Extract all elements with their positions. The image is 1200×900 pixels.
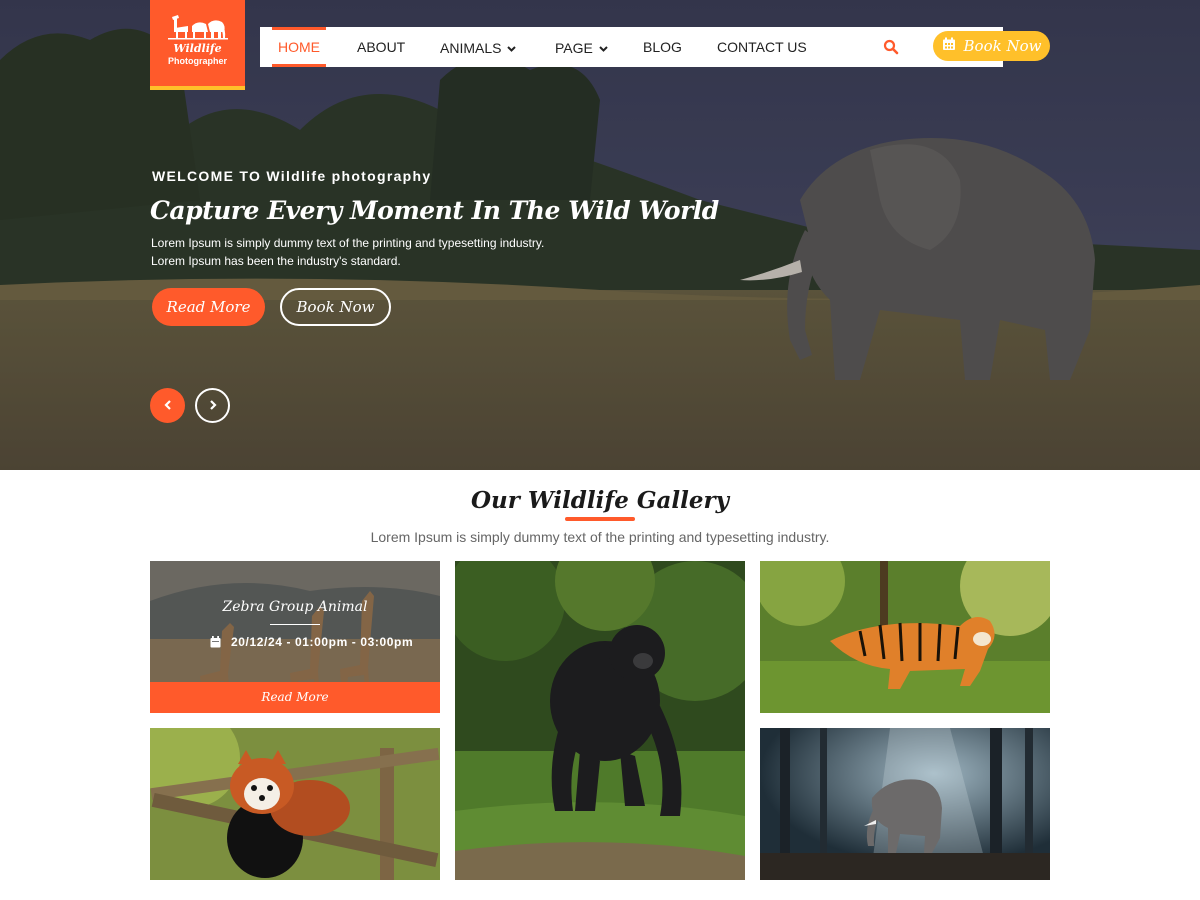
- hero-book-now-button[interactable]: Book Now: [280, 288, 391, 326]
- gallery-image-elephant-forest[interactable]: [760, 728, 1050, 880]
- nav-about[interactable]: ABOUT: [357, 27, 405, 67]
- logo-subtitle: Photographer: [167, 56, 227, 66]
- nav-home[interactable]: HOME: [272, 27, 326, 67]
- hero-description-line: Lorem Ipsum is simply dummy text of the …: [151, 236, 545, 250]
- card-overlay: [150, 561, 440, 682]
- gallery-title-underline: [565, 517, 635, 521]
- card-divider: [270, 624, 320, 625]
- card-date: 20/12/24 - 01:00pm - 03:00pm: [210, 635, 413, 649]
- header-book-now-button[interactable]: Book Now: [933, 31, 1050, 61]
- chevron-down-icon: [507, 27, 517, 67]
- hero-description: Lorem Ipsum is simply dummy text of the …: [151, 234, 544, 270]
- hero-banner: Wildlife Photographer HOME ABOUT ANIMALS…: [0, 0, 1200, 470]
- chevron-right-icon: [209, 397, 217, 415]
- hero-description-line: Lorem Ipsum has been the industry's stan…: [151, 254, 401, 268]
- nav-blog[interactable]: BLOG: [643, 27, 682, 67]
- slider-next-button[interactable]: [195, 388, 230, 423]
- site-logo[interactable]: Wildlife Photographer: [150, 0, 245, 90]
- main-navigation: HOME ABOUT ANIMALS PAGE BLOG CONTACT US: [260, 27, 1003, 67]
- gallery-image-tiger[interactable]: [760, 561, 1050, 713]
- animals-silhouette-icon: [167, 14, 228, 40]
- nav-page[interactable]: PAGE: [555, 27, 608, 67]
- nav-contact-us[interactable]: CONTACT US: [717, 27, 807, 67]
- search-icon[interactable]: [883, 39, 899, 55]
- logo-title: Wildlife: [173, 42, 222, 55]
- card-title: Zebra Group Animal: [222, 599, 368, 615]
- gallery-subtitle: Lorem Ipsum is simply dummy text of the …: [370, 529, 830, 545]
- gallery-card-featured[interactable]: Zebra Group Animal 20/12/24 - 01:00pm - …: [150, 561, 440, 713]
- gallery-image-gorilla[interactable]: [455, 561, 745, 880]
- header-book-now-label: Book Now: [963, 37, 1042, 55]
- calendar-icon: [210, 636, 221, 648]
- hero-welcome-text: WELCOME TO Wildlife photography: [152, 168, 432, 184]
- gallery-title: Our Wildlife Gallery: [470, 487, 729, 514]
- card-read-more-label: Read More: [261, 690, 329, 704]
- hero-read-more-button[interactable]: Read More: [152, 288, 265, 326]
- chevron-down-icon: [599, 27, 608, 67]
- nav-animals[interactable]: ANIMALS: [440, 27, 517, 67]
- nav-animals-label: ANIMALS: [440, 40, 502, 56]
- gallery-image-red-panda[interactable]: [150, 728, 440, 880]
- calendar-icon: [942, 37, 956, 56]
- nav-page-label: PAGE: [555, 40, 593, 56]
- slider-prev-button[interactable]: [150, 388, 185, 423]
- chevron-left-icon: [163, 397, 172, 415]
- hero-headline: Capture Every Moment In The Wild World: [150, 196, 719, 225]
- card-read-more-button[interactable]: Read More: [150, 682, 440, 713]
- card-date-text: 20/12/24 - 01:00pm - 03:00pm: [231, 635, 414, 649]
